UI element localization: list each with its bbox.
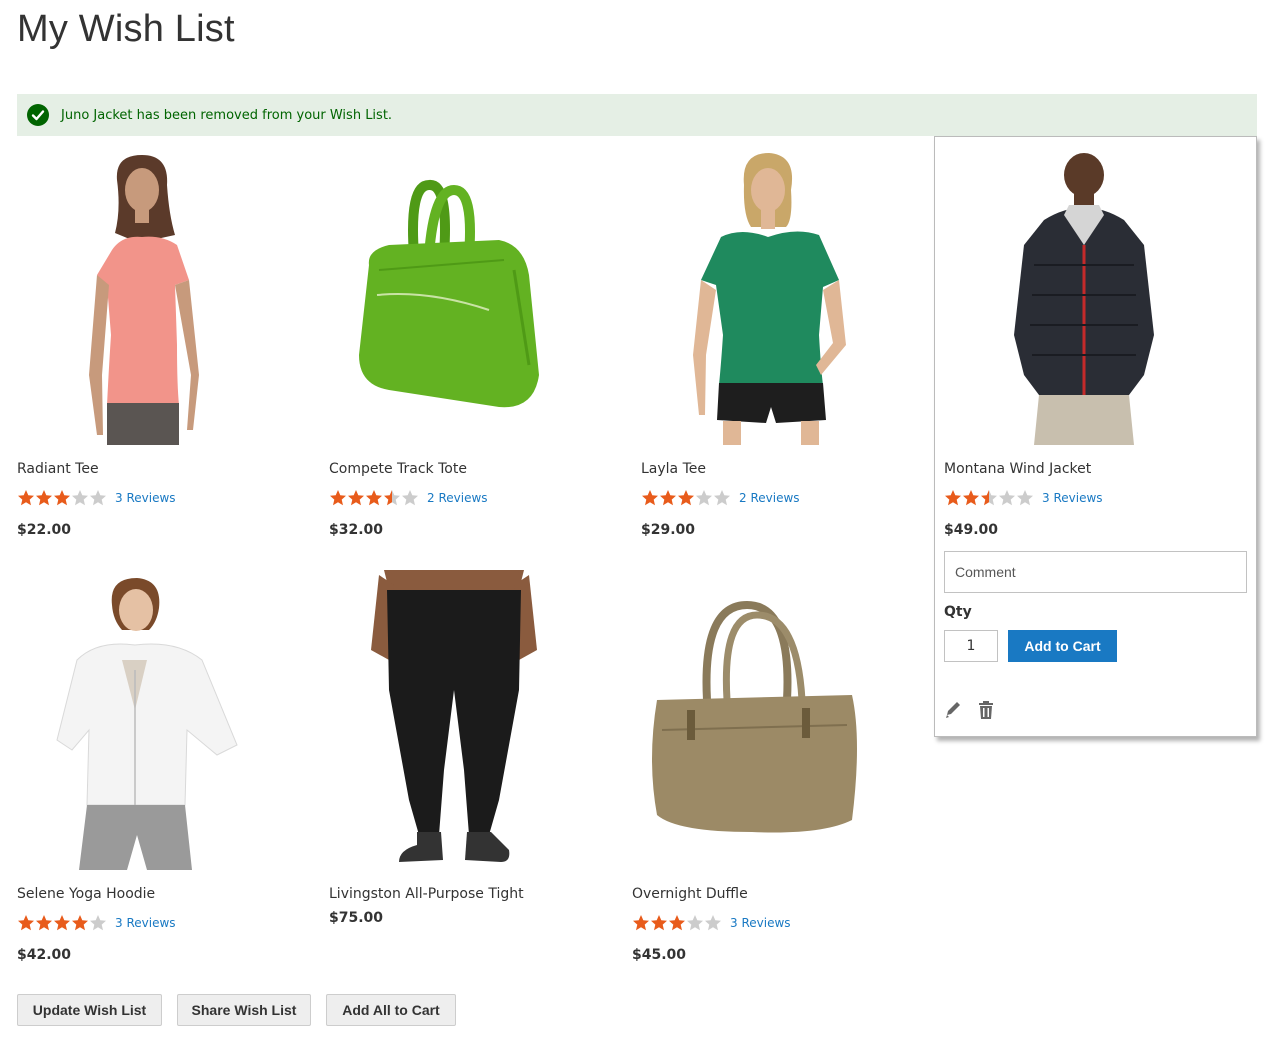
- star-icon: [642, 490, 658, 506]
- product-price: $22.00: [17, 522, 72, 538]
- product-image[interactable]: [17, 570, 307, 870]
- star-icon: [330, 490, 346, 506]
- product-name[interactable]: Montana Wind Jacket: [944, 461, 1091, 477]
- star-icon: [714, 490, 730, 506]
- reviews-link[interactable]: 3 Reviews: [115, 491, 176, 505]
- qty-label: Qty: [944, 604, 972, 620]
- star-icon: [999, 490, 1015, 506]
- star-icon: [90, 915, 106, 931]
- trash-icon[interactable]: [976, 700, 996, 720]
- share-wishlist-button[interactable]: Share Wish List: [177, 994, 311, 1026]
- star-icon: [366, 490, 382, 506]
- product-price: $42.00: [17, 947, 72, 963]
- star-icon: [36, 490, 52, 506]
- wishlist-item: Layla Tee 2 Reviews $29.00: [641, 145, 931, 545]
- reviews-link[interactable]: 3 Reviews: [1042, 491, 1103, 505]
- product-price: $32.00: [329, 522, 384, 538]
- star-icon: [669, 915, 685, 931]
- star-icon: [36, 915, 52, 931]
- star-icon: [348, 490, 364, 506]
- star-icon: [705, 915, 721, 931]
- star-icon: [963, 490, 979, 506]
- star-icon: [696, 490, 712, 506]
- product-rating: 3 Reviews: [632, 914, 791, 931]
- product-image[interactable]: [944, 145, 1234, 445]
- star-icon: [54, 915, 70, 931]
- page-title: My Wish List: [17, 8, 235, 50]
- wishlist-item: Livingston All-Purpose Tight $75.00: [329, 570, 619, 970]
- product-image[interactable]: [17, 145, 307, 445]
- product-rating: 3 Reviews: [17, 914, 176, 931]
- product-price: $45.00: [632, 947, 687, 963]
- rating-stars: [329, 489, 419, 506]
- comment-field[interactable]: Comment: [944, 551, 1247, 593]
- product-rating: 3 Reviews: [17, 489, 176, 506]
- add-to-cart-button[interactable]: Add to Cart: [1008, 630, 1117, 662]
- star-icon: [90, 490, 106, 506]
- star-icon: [651, 915, 667, 931]
- wishlist-item: Selene Yoga Hoodie 3 Reviews $42.00: [17, 570, 307, 970]
- product-name[interactable]: Overnight Duffle: [632, 886, 748, 902]
- product-price: $75.00: [329, 910, 384, 926]
- product-price: $29.00: [641, 522, 696, 538]
- product-image[interactable]: [329, 145, 619, 445]
- product-rating: 2 Reviews: [641, 489, 800, 506]
- star-icon: [981, 490, 997, 506]
- product-image[interactable]: [632, 570, 922, 870]
- product-name[interactable]: Livingston All-Purpose Tight: [329, 886, 524, 902]
- reviews-link[interactable]: 3 Reviews: [115, 916, 176, 930]
- product-rating: 3 Reviews: [944, 489, 1103, 506]
- star-icon: [687, 915, 703, 931]
- star-icon: [1017, 490, 1033, 506]
- reviews-link[interactable]: 3 Reviews: [730, 916, 791, 930]
- qty-input[interactable]: 1: [944, 630, 998, 662]
- star-icon: [18, 915, 34, 931]
- rating-stars: [641, 489, 731, 506]
- rating-stars: [944, 489, 1034, 506]
- product-image[interactable]: [641, 145, 931, 445]
- star-icon: [384, 490, 400, 506]
- star-icon: [72, 490, 88, 506]
- star-icon: [54, 490, 70, 506]
- success-message: Juno Jacket has been removed from your W…: [17, 94, 1257, 136]
- add-all-to-cart-button[interactable]: Add All to Cart: [326, 994, 456, 1026]
- wishlist-item: Overnight Duffle 3 Reviews $45.00: [632, 570, 922, 970]
- reviews-link[interactable]: 2 Reviews: [427, 491, 488, 505]
- wishlist-item: Compete Track Tote 2 Reviews $32.00: [329, 145, 619, 545]
- product-price: $49.00: [944, 522, 999, 538]
- wishlist-item: Radiant Tee 3 Reviews $22.00: [17, 145, 307, 545]
- star-icon: [945, 490, 961, 506]
- star-icon: [660, 490, 676, 506]
- product-name[interactable]: Layla Tee: [641, 461, 706, 477]
- rating-stars: [17, 489, 107, 506]
- checkmark-icon: [27, 104, 49, 126]
- product-name[interactable]: Radiant Tee: [17, 461, 99, 477]
- product-name[interactable]: Selene Yoga Hoodie: [17, 886, 155, 902]
- rating-stars: [632, 914, 722, 931]
- pencil-icon[interactable]: [944, 700, 962, 720]
- product-rating: 2 Reviews: [329, 489, 488, 506]
- product-image[interactable]: [329, 570, 619, 870]
- star-icon: [72, 915, 88, 931]
- update-wishlist-button[interactable]: Update Wish List: [17, 994, 162, 1026]
- wishlist-item: Montana Wind Jacket 3 Reviews $49.00: [944, 145, 1247, 545]
- star-icon: [678, 490, 694, 506]
- star-icon: [633, 915, 649, 931]
- star-icon: [18, 490, 34, 506]
- product-name[interactable]: Compete Track Tote: [329, 461, 467, 477]
- rating-stars: [17, 914, 107, 931]
- message-text: Juno Jacket has been removed from your W…: [61, 107, 393, 123]
- star-icon: [402, 490, 418, 506]
- reviews-link[interactable]: 2 Reviews: [739, 491, 800, 505]
